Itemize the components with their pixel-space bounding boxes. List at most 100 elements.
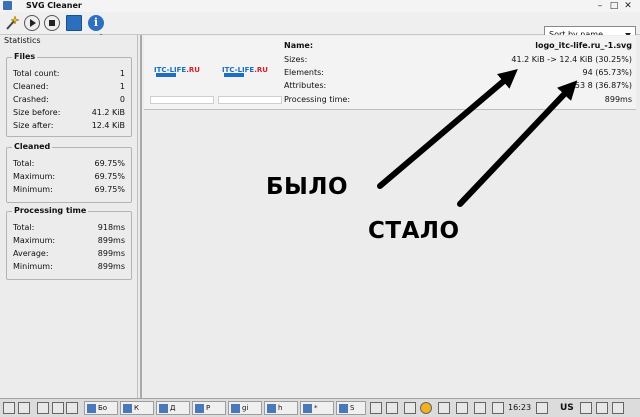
- info-value: 53 8 (36.87%): [574, 81, 632, 90]
- stop-button[interactable]: [44, 15, 60, 31]
- tray-app-icon[interactable]: [456, 402, 468, 414]
- close-button[interactable]: ✕: [622, 0, 634, 12]
- tray-app-icon[interactable]: [438, 402, 450, 414]
- app-icon: [3, 1, 12, 10]
- info-label: Name:: [284, 41, 314, 50]
- stat-row: Total count: 1: [13, 68, 125, 80]
- annotation-before-label: БЫЛО: [266, 174, 349, 200]
- stat-label: Minimum:: [13, 185, 53, 194]
- network-icon[interactable]: [492, 402, 504, 414]
- stat-value: 899ms: [97, 262, 125, 271]
- size-bar-before: [150, 96, 214, 104]
- stat-label: Size before:: [13, 108, 61, 117]
- cleaned-group-title: Cleaned: [12, 142, 53, 151]
- info-icon[interactable]: i: [88, 15, 104, 31]
- stat-value: 918ms: [97, 223, 125, 232]
- taskbar-window-item[interactable]: *: [300, 401, 334, 415]
- info-value: logo_itc-life.ru_-1.svg: [535, 41, 632, 50]
- start-menu-icon[interactable]: [3, 402, 15, 414]
- file-manager-icon[interactable]: [52, 402, 64, 414]
- keyboard-layout-indicator[interactable]: US: [560, 401, 574, 415]
- info-label: Processing time:: [284, 95, 351, 104]
- window-icon: [303, 404, 312, 413]
- desktop-icon[interactable]: [18, 402, 30, 414]
- taskbar-item-label: h: [278, 404, 283, 412]
- stat-value: 69.75%: [94, 185, 125, 194]
- results-panel: ITC-LIFE.RU ITC-LIFE.RU Name: logo_itc-li…: [142, 35, 640, 398]
- thumbnails-toggle-icon[interactable]: [66, 15, 82, 31]
- stat-label: Maximum:: [13, 172, 56, 181]
- taskbar-item-label: *: [314, 404, 318, 412]
- stat-label: Average:: [13, 249, 49, 258]
- thumbnail-logo-suffix: .RU: [186, 66, 200, 74]
- stat-value: 1: [119, 82, 125, 91]
- stat-row: Maximum: 69.75%: [13, 171, 125, 183]
- file-name-row: Name: logo_itc-life.ru_-1.svg: [284, 40, 632, 51]
- window-icon: [231, 404, 240, 413]
- stat-row: Size after: 12.4 KiB: [13, 120, 125, 132]
- maximize-button[interactable]: □: [608, 0, 620, 12]
- taskbar-window-item[interactable]: Д: [156, 401, 190, 415]
- stat-label: Minimum:: [13, 262, 53, 271]
- window-title: SVG Cleaner: [26, 1, 82, 10]
- stat-label: Maximum:: [13, 236, 56, 245]
- file-attributes-row: Attributes: 53 8 (36.87%): [284, 80, 632, 91]
- volume-icon[interactable]: [580, 402, 592, 414]
- annotation-after-label: СТАЛО: [368, 218, 460, 244]
- taskbar-item-label: gi: [242, 404, 249, 412]
- taskbar-item-label: P: [206, 404, 211, 412]
- window-icon: [267, 404, 276, 413]
- stat-row: Total: 69.75%: [13, 158, 125, 170]
- info-value: 41.2 KiB -> 12.4 KiB (30.25%): [511, 55, 632, 64]
- stat-row: Maximum: 899ms: [13, 235, 125, 247]
- stat-row: Crashed: 0: [13, 94, 125, 106]
- stat-value: 1: [119, 69, 125, 78]
- taskbar: Бо К Д P gi h * S 16:23 US: [0, 398, 640, 417]
- window-icon: [159, 404, 168, 413]
- info-label: Sizes:: [284, 55, 308, 64]
- stat-label: Total count:: [13, 69, 60, 78]
- stat-value: 899ms: [97, 236, 125, 245]
- power-icon[interactable]: [612, 402, 624, 414]
- tray-app-icon[interactable]: [536, 402, 548, 414]
- processing-time-group-title: Processing time: [12, 206, 89, 215]
- taskbar-window-item[interactable]: h: [264, 401, 298, 415]
- start-button[interactable]: [24, 15, 40, 31]
- size-bar-after: [218, 96, 282, 104]
- files-group-title: Files: [12, 52, 38, 61]
- stat-row: Cleaned: 1: [13, 81, 125, 93]
- stat-row: Total: 918ms: [13, 222, 125, 234]
- window-icon: [87, 404, 96, 413]
- tray-app-icon[interactable]: [404, 402, 416, 414]
- taskbar-item-label: Д: [170, 404, 176, 412]
- stat-value: 41.2 KiB: [91, 108, 125, 117]
- file-elements-row: Elements: 94 (65.73%): [284, 67, 632, 78]
- stat-row: Minimum: 69.75%: [13, 184, 125, 196]
- weather-icon[interactable]: [420, 402, 432, 414]
- tray-app-icon[interactable]: [386, 402, 398, 414]
- stat-value: 12.4 KiB: [91, 121, 125, 130]
- stat-value: 69.75%: [94, 172, 125, 181]
- taskbar-window-item[interactable]: К: [120, 401, 154, 415]
- stat-label: Total:: [13, 223, 35, 232]
- stat-row: Minimum: 899ms: [13, 261, 125, 273]
- taskbar-window-item[interactable]: S: [336, 401, 366, 415]
- terminal-icon[interactable]: [37, 402, 49, 414]
- file-result-item[interactable]: ITC-LIFE.RU ITC-LIFE.RU Name: logo_itc-li…: [144, 36, 636, 110]
- taskbar-window-item[interactable]: gi: [228, 401, 262, 415]
- toolbar: i Sort by name: [0, 12, 640, 43]
- processing-time-group: Processing time Total: 918ms Maximum: 899m…: [6, 206, 132, 280]
- taskbar-item-label: К: [134, 404, 139, 412]
- taskbar-item-label: S: [350, 404, 355, 412]
- files-group: Files Total count: 1 Cleaned: 1 Crashed: 0 …: [6, 52, 132, 137]
- tray-app-icon[interactable]: [596, 402, 608, 414]
- browser-icon[interactable]: [66, 402, 78, 414]
- taskbar-window-item[interactable]: Бо: [84, 401, 118, 415]
- tray-app-icon[interactable]: [474, 402, 486, 414]
- info-value: 899ms: [604, 95, 632, 104]
- taskbar-clock[interactable]: 16:23: [508, 401, 532, 415]
- taskbar-window-item[interactable]: P: [192, 401, 226, 415]
- wizard-wand-icon[interactable]: [4, 15, 20, 31]
- minimize-button[interactable]: –: [594, 0, 606, 12]
- tray-app-icon[interactable]: [370, 402, 382, 414]
